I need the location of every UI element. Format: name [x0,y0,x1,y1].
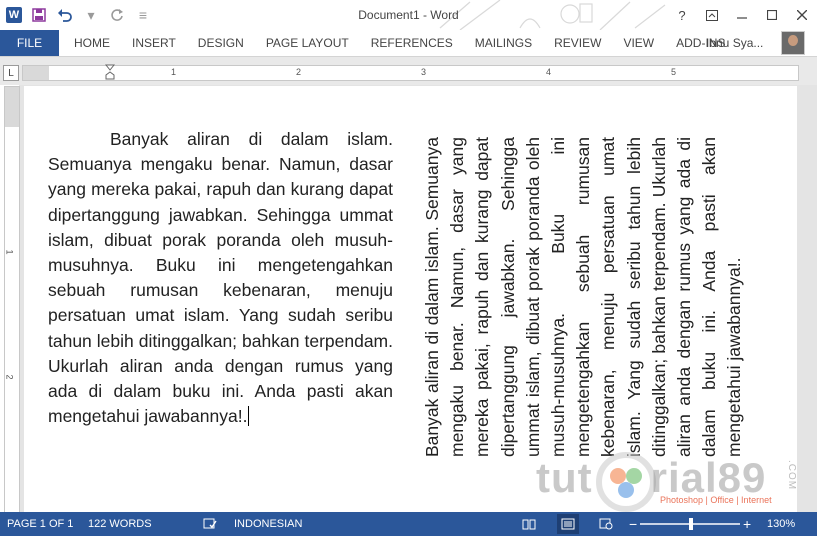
web-layout-icon[interactable] [598,517,614,531]
watermark: tut rial89 Photoshop | Office | Internet … [536,448,806,512]
zoom-in-button[interactable]: + [743,512,751,536]
paragraph-text: Banyak aliran di dalam islam. Semuanya m… [48,129,393,427]
ruler-number: 5 [671,67,677,77]
watermark-tagline: Photoshop | Office | Internet [660,495,772,505]
ruler-number: 2 [296,67,302,77]
zoom-out-button[interactable]: − [629,512,637,536]
page-count[interactable]: PAGE 1 OF 1 [7,512,73,536]
minimize-icon[interactable] [727,0,757,30]
user-name[interactable]: Ibnu Sya... [706,30,763,56]
language[interactable]: INDONESIAN [234,512,302,536]
read-mode-icon[interactable] [521,517,537,531]
ruler-left-margin [23,66,49,80]
tab-page-layout[interactable]: PAGE LAYOUT [256,30,361,56]
zoom-level[interactable]: 130% [767,512,795,536]
ribbon-tabs: HOME INSERT DESIGN PAGE LAYOUT REFERENCE… [64,30,737,56]
ruler-top-margin [5,87,19,127]
window-controls: ? [667,0,817,30]
proofing-icon[interactable] [202,517,218,531]
tab-home[interactable]: HOME [64,30,122,56]
print-layout-icon[interactable] [557,514,579,534]
indent-marker-icon[interactable] [105,64,115,80]
rotated-text: Banyak aliran di dalam islam. Semuanya m… [422,137,745,457]
rotated-text-box[interactable]: Banyak aliran di dalam islam. Semuanya m… [420,137,760,457]
tab-mailings[interactable]: MAILINGS [465,30,544,56]
tab-view[interactable]: VIEW [613,30,666,56]
ruler-number: 1 [4,249,15,255]
maximize-icon[interactable] [757,0,787,30]
title-bar: W ▾ ≡ Document1 - Word ? [0,0,817,30]
ruler-number: 3 [421,67,427,77]
status-bar: PAGE 1 OF 1 122 WORDS INDONESIAN − + 130… [0,512,817,536]
zoom-slider-thumb[interactable] [689,518,693,530]
tab-insert[interactable]: INSERT [122,30,188,56]
ribbon-tab-bar: FILE HOME INSERT DESIGN PAGE LAYOUT REFE… [0,30,817,57]
ribbon-display-icon[interactable] [697,0,727,30]
ruler-area: L 1 2 3 4 5 [0,57,817,85]
tab-file[interactable]: FILE [0,30,59,56]
help-icon[interactable]: ? [667,0,697,30]
vertical-ruler[interactable]: 1 2 [4,86,20,513]
watermark-domain: .COM [786,460,797,491]
tab-stop-selector-icon[interactable]: L [3,65,19,81]
text-cursor [248,406,250,427]
ruler-number: 4 [546,67,552,77]
horizontal-ruler[interactable]: 1 2 3 4 5 [22,64,799,81]
close-icon[interactable] [787,0,817,30]
document-text-paragraph[interactable]: Banyak aliran di dalam islam. Semuanya m… [48,127,393,429]
tab-review[interactable]: REVIEW [544,30,613,56]
tab-design[interactable]: DESIGN [188,30,256,56]
word-count[interactable]: 122 WORDS [88,512,152,536]
ruler-number: 1 [171,67,177,77]
tab-references[interactable]: REFERENCES [361,30,465,56]
avatar[interactable] [781,31,805,55]
ruler-number: 2 [4,374,15,380]
